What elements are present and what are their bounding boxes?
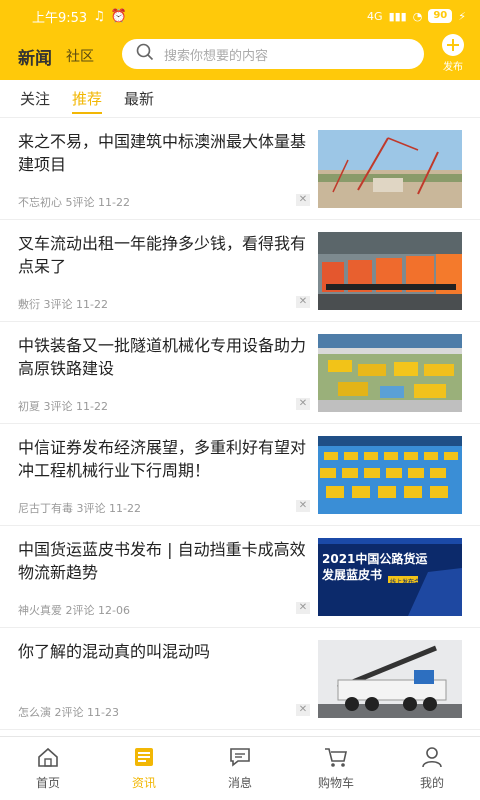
header-tab-community[interactable]: 社区 [66,46,94,66]
search-placeholder: 搜索你想要的内容 [164,48,269,64]
article-meta: 初夏 3评论 11-22 [18,400,108,413]
nav-cart[interactable]: 购物车 [288,737,384,800]
tab-latest[interactable]: 最新 [124,80,154,118]
tab-recommend[interactable]: 推荐 [72,80,103,118]
signal-icon: ▮▮▮ [388,9,407,23]
tab-follow[interactable]: 关注 [20,80,50,118]
user-icon [420,746,444,774]
list-item[interactable]: 中铁装备又一批隧道机械化专用设备助力高原铁路建设 初夏 3评论 11-22 ✕ [0,322,480,424]
article-thumbnail[interactable] [318,334,462,412]
search-icon [136,43,154,65]
news-feed: 来之不易，中国建筑中标澳洲最大体量基建项目 不忘初心 5评论 11-22 ✕ 叉… [0,118,480,730]
feed-tabs: 关注 推荐 最新 [0,80,480,118]
nav-profile[interactable]: 我的 [384,737,480,800]
battery-indicator: 90 [428,9,453,23]
publish-label: 发布 [443,62,463,73]
dismiss-icon[interactable]: ✕ [296,194,310,206]
nav-news[interactable]: 资讯 [96,737,192,800]
dismiss-icon[interactable]: ✕ [296,500,310,512]
bottom-navigation: 首页 资讯 消息 购物车 我的 [0,736,480,800]
dismiss-icon[interactable]: ✕ [296,704,310,716]
nav-messages-label: 消息 [227,776,252,790]
list-item[interactable]: 中国货运蓝皮书发布 | 自动挡重卡成高效物流新趋势 神火真爱 2评论 12-06… [0,526,480,628]
network-label: 4G [367,9,383,23]
bluebook-title: 2021中国公路货运 [322,552,428,566]
article-thumbnail[interactable] [318,232,462,310]
dismiss-icon[interactable]: ✕ [296,398,310,410]
article-thumbnail[interactable] [318,436,462,514]
article-title[interactable]: 叉车流动出租一年能挣多少钱，看得我有点呆了 [18,232,314,278]
article-title[interactable]: 中铁装备又一批隧道机械化专用设备助力高原铁路建设 [18,334,314,380]
article-thumbnail[interactable] [318,130,462,208]
plus-icon [442,34,464,56]
nav-messages[interactable]: 消息 [192,737,288,800]
dismiss-icon[interactable]: ✕ [296,602,310,614]
article-thumbnail[interactable]: 2021中国公路货运 发展蓝皮书 线上发布会 [318,538,462,616]
charging-icon: ⚡ [458,9,466,23]
home-icon [36,746,60,774]
wifi-icon: ◔ [412,9,423,23]
nav-home-label: 首页 [35,776,60,790]
list-item[interactable]: 来之不易，中国建筑中标澳洲最大体量基建项目 不忘初心 5评论 11-22 ✕ [0,118,480,220]
status-bar: 上午9:53 ♫ ⏰ 4G ▮▮▮ ◔ 90 ⚡ [0,0,480,32]
bluebook-subtitle: 发展蓝皮书 [322,568,383,582]
search-input[interactable]: 搜索你想要的内容 [122,39,424,69]
article-title[interactable]: 你了解的混动真的叫混动吗 [18,640,314,663]
nav-cart-label: 购物车 [317,776,354,790]
article-meta: 神火真爱 2评论 12-06 [18,604,130,617]
article-title[interactable]: 来之不易，中国建筑中标澳洲最大体量基建项目 [18,130,314,176]
dismiss-icon[interactable]: ✕ [296,296,310,308]
news-icon [132,746,156,774]
header-tab-news[interactable]: 新闻 [18,44,52,69]
publish-button[interactable]: 发布 [438,34,468,73]
list-item[interactable]: 你了解的混动真的叫混动吗 怎么演 2评论 11-23 ✕ [0,628,480,730]
top-bar: 上午9:53 ♫ ⏰ 4G ▮▮▮ ◔ 90 ⚡ 新闻 社区 搜索你想要的内容 … [0,0,480,80]
cart-icon [323,746,349,774]
list-item[interactable]: 中信证券发布经济展望，多重利好有望对冲工程机械行业下行周期！ 尼古丁有毒 3评论… [0,424,480,526]
article-meta: 不忘初心 5评论 11-22 [18,196,130,209]
article-meta: 敷衍 3评论 11-22 [18,298,108,311]
article-meta: 尼古丁有毒 3评论 11-22 [18,502,141,515]
alarm-icon: ⏰ [110,8,128,24]
nav-home[interactable]: 首页 [0,737,96,800]
list-item[interactable]: 叉车流动出租一年能挣多少钱，看得我有点呆了 敷衍 3评论 11-22 ✕ [0,220,480,322]
article-meta: 怎么演 2评论 11-23 [18,706,119,719]
bluebook-tag: 线上发布会 [390,579,421,586]
nav-profile-label: 我的 [419,776,444,790]
header: 新闻 社区 搜索你想要的内容 发布 [0,32,480,80]
status-time: 上午9:53 [32,10,88,26]
article-title[interactable]: 中国货运蓝皮书发布 | 自动挡重卡成高效物流新趋势 [18,538,314,584]
article-thumbnail[interactable] [318,640,462,718]
mute-icon: ♫ [93,8,105,24]
nav-news-label: 资讯 [131,776,156,790]
article-title[interactable]: 中信证券发布经济展望，多重利好有望对冲工程机械行业下行周期！ [18,436,314,482]
message-icon [228,746,252,774]
